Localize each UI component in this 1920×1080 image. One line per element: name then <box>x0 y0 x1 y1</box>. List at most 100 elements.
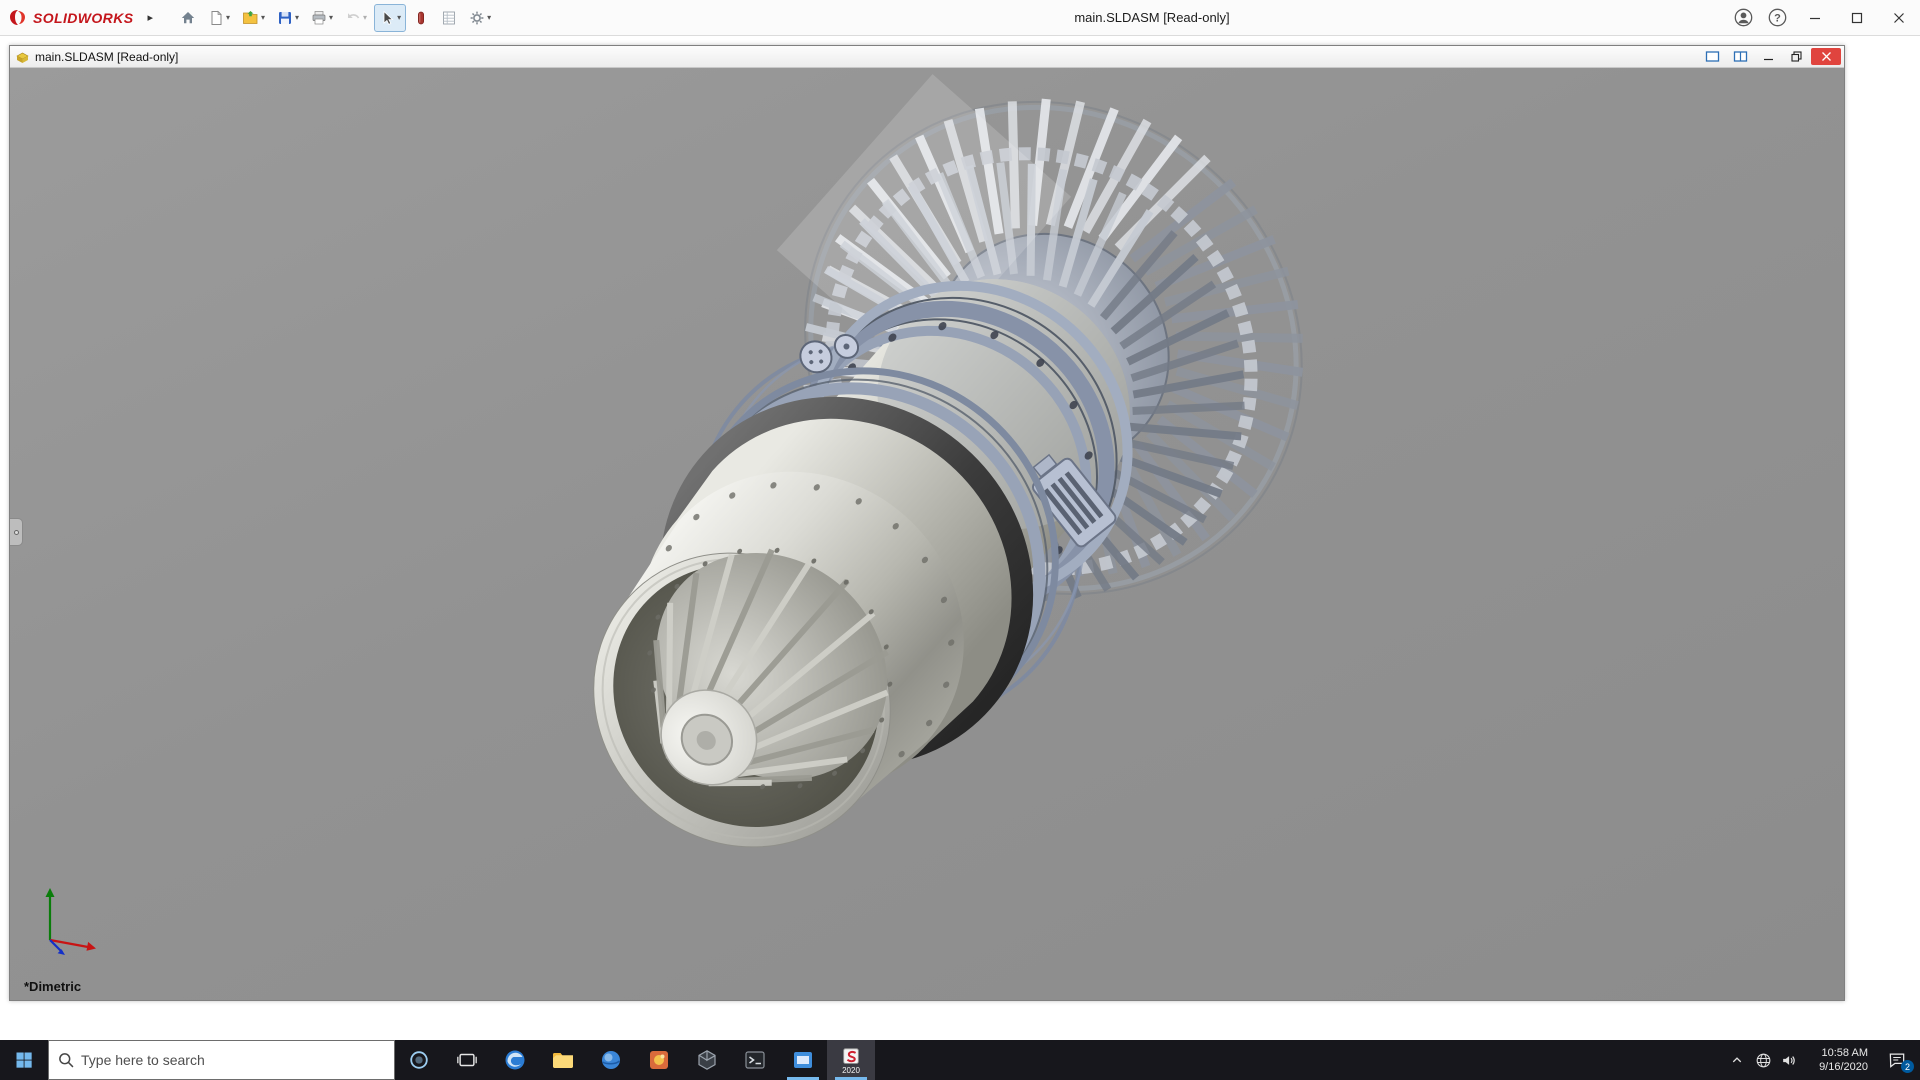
app-maximize-button[interactable] <box>1836 0 1878 35</box>
select-button[interactable]: ▾ <box>374 4 406 32</box>
taskbar: 2020 10:58 AM 9/16/2020 2 <box>0 1040 1920 1080</box>
globe-browser-icon <box>599 1048 623 1072</box>
cortana-button[interactable] <box>395 1040 443 1080</box>
select-arrow-icon <box>379 10 395 26</box>
minimize-icon <box>1763 51 1774 62</box>
taskbar-search[interactable] <box>48 1040 395 1080</box>
open-folder-icon <box>242 10 259 26</box>
restore-icon <box>1791 51 1802 62</box>
viewport-single-icon <box>1705 50 1720 63</box>
design-table-button[interactable] <box>436 4 462 32</box>
brand: SOLIDWORKS <box>8 9 133 27</box>
notification-badge: 2 <box>1901 1060 1914 1073</box>
chevron-up-icon <box>1728 1051 1746 1069</box>
app-close-button[interactable] <box>1878 0 1920 35</box>
solidworks-tile: 2020 <box>840 1046 862 1075</box>
dassault-logo-icon <box>8 9 28 27</box>
graphics-viewport[interactable]: *Dimetric <box>10 68 1844 1000</box>
doc-close-button[interactable] <box>1811 48 1841 65</box>
home-button[interactable] <box>175 4 201 32</box>
new-document-button[interactable]: ▾ <box>203 4 235 32</box>
task-pane-tab[interactable] <box>10 518 23 546</box>
close-icon <box>1893 12 1905 24</box>
save-button[interactable]: ▾ <box>272 4 304 32</box>
file-explorer-button[interactable] <box>539 1040 587 1080</box>
document-controls <box>1699 48 1841 65</box>
open-button[interactable]: ▾ <box>237 4 270 32</box>
viewport-layout-button-2[interactable] <box>1727 48 1753 65</box>
dropdown-icon: ▾ <box>295 13 299 22</box>
search-icon <box>57 1051 75 1069</box>
jet-engine-model <box>10 68 1844 1000</box>
cube-app-icon <box>695 1048 719 1072</box>
blue-app-icon <box>791 1048 815 1072</box>
options-button[interactable]: ▾ <box>464 4 496 32</box>
blue-app-button[interactable] <box>779 1040 827 1080</box>
edge-button[interactable] <box>491 1040 539 1080</box>
action-center-button[interactable]: 2 <box>1874 1040 1920 1080</box>
task-view-button[interactable] <box>443 1040 491 1080</box>
assembly-document-icon <box>15 50 30 64</box>
network-button[interactable] <box>1750 1040 1776 1080</box>
solidworks-app-button[interactable]: 2020 <box>827 1040 875 1080</box>
network-globe-icon <box>1754 1051 1773 1070</box>
help-button[interactable]: ? <box>1760 0 1794 35</box>
app-titlebar[interactable]: SOLIDWORKS ▸ ▾ ▾ ▾ <box>0 0 1920 36</box>
print-icon <box>311 10 327 26</box>
home-icon <box>180 10 196 26</box>
document-window: main.SLDASM [Read-only] <box>9 45 1845 1001</box>
toolbar-expand-icon[interactable]: ▸ <box>147 11 153 24</box>
clock-time: 10:58 AM <box>1822 1046 1868 1060</box>
search-input[interactable] <box>81 1052 386 1068</box>
clock-date: 9/16/2020 <box>1819 1060 1868 1074</box>
taskbar-clock[interactable]: 10:58 AM 9/16/2020 <box>1802 1040 1874 1080</box>
solidworks-year-label: 2020 <box>842 1067 860 1075</box>
dropdown-icon: ▾ <box>363 13 367 22</box>
doc-minimize-button[interactable] <box>1755 48 1781 65</box>
print-button[interactable]: ▾ <box>306 4 338 32</box>
new-document-icon <box>208 10 224 26</box>
close-icon <box>1821 51 1832 62</box>
cortana-icon <box>408 1049 430 1071</box>
viewport-split-icon <box>1733 50 1748 63</box>
save-icon <box>277 10 293 26</box>
quick-access-toolbar: ▾ ▾ ▾ ▾ ▾ <box>175 4 496 32</box>
system-tray: 10:58 AM 9/16/2020 2 <box>1724 1040 1920 1080</box>
solidworks-app-icon <box>840 1046 862 1068</box>
brand-name: SOLIDWORKS <box>33 10 133 26</box>
photos-app-icon <box>647 1048 671 1072</box>
doc-restore-button[interactable] <box>1783 48 1809 65</box>
snapshot-icon <box>413 10 429 26</box>
undo-button[interactable]: ▾ <box>340 4 372 32</box>
edge-icon <box>503 1048 527 1072</box>
dropdown-icon: ▾ <box>487 13 491 22</box>
app-minimize-button[interactable] <box>1794 0 1836 35</box>
task-pane-handle-icon <box>14 530 19 535</box>
view-orientation-label: *Dimetric <box>24 979 81 994</box>
volume-button[interactable] <box>1776 1040 1802 1080</box>
task-view-icon <box>456 1049 478 1071</box>
help-icon: ? <box>1768 8 1787 27</box>
titlebar-right: ? <box>1726 0 1920 35</box>
snapshot-button[interactable] <box>408 4 434 32</box>
start-button[interactable] <box>0 1040 48 1080</box>
client-area: main.SLDASM [Read-only] <box>0 36 1920 1040</box>
document-titlebar[interactable]: main.SLDASM [Read-only] <box>10 46 1844 68</box>
file-explorer-icon <box>551 1048 575 1072</box>
viewport-layout-button-1[interactable] <box>1699 48 1725 65</box>
dropdown-icon: ▾ <box>261 13 265 22</box>
document-title: main.SLDASM [Read-only] <box>35 50 178 64</box>
maximize-icon <box>1851 12 1863 24</box>
console-app-icon <box>743 1048 767 1072</box>
volume-icon <box>1780 1051 1799 1070</box>
hidden-icons-button[interactable] <box>1724 1040 1750 1080</box>
browser-button[interactable] <box>587 1040 635 1080</box>
photos-app-button[interactable] <box>635 1040 683 1080</box>
console-app-button[interactable] <box>731 1040 779 1080</box>
account-button[interactable] <box>1726 0 1760 35</box>
app-title: main.SLDASM [Read-only] <box>1074 10 1229 25</box>
windows-logo-icon <box>14 1050 34 1070</box>
gear-icon <box>469 10 485 26</box>
dropdown-icon: ▾ <box>397 13 401 22</box>
cube-app-button[interactable] <box>683 1040 731 1080</box>
